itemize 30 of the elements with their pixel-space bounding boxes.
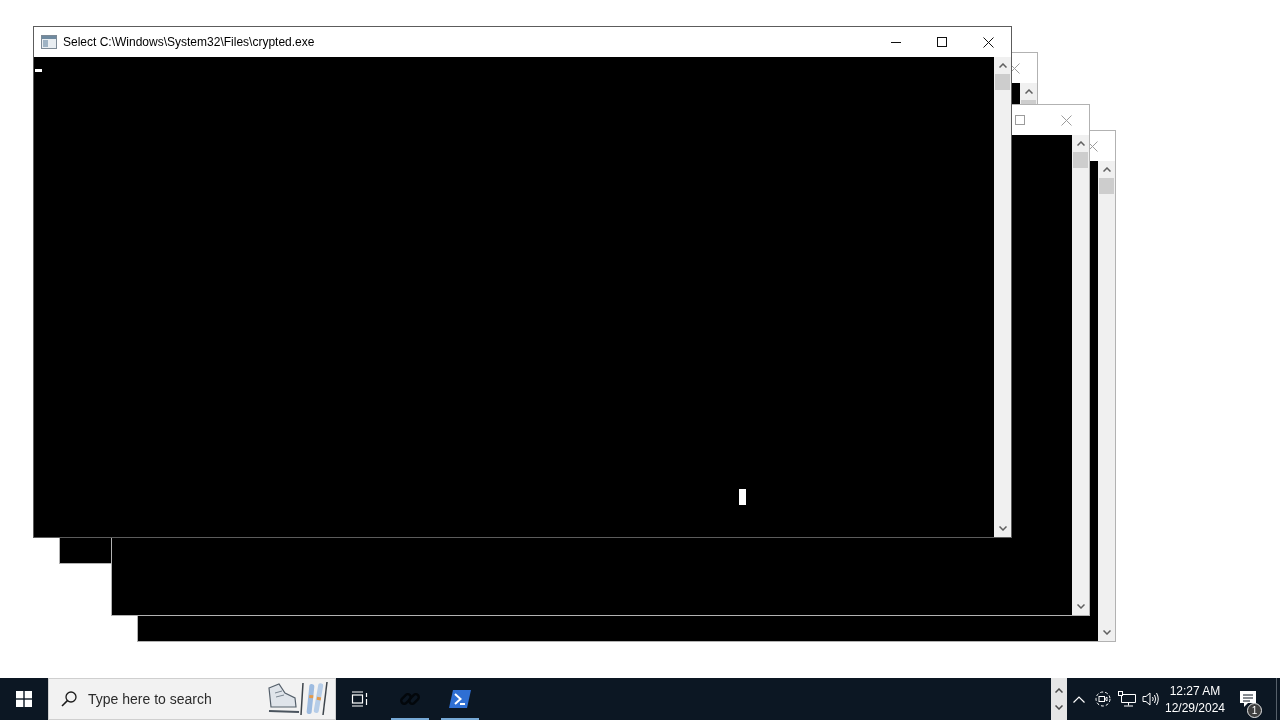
scrollbar[interactable]: [1072, 135, 1089, 615]
search-field[interactable]: Type here to search: [88, 691, 253, 707]
windows-icon[interactable]: [16, 691, 32, 707]
scroll-thumb[interactable]: [1099, 178, 1114, 194]
clock-date: 12/29/2024: [1164, 700, 1226, 715]
close-icon[interactable]: [982, 36, 994, 48]
window-title: Select C:\Windows\System32\Files\crypted.exe: [63, 35, 315, 49]
scrollbar[interactable]: [1098, 161, 1115, 641]
scroll-thumb[interactable]: [1073, 152, 1088, 168]
speaker-icon[interactable]: [1142, 692, 1160, 706]
chevron-up-icon[interactable]: [1055, 688, 1063, 693]
search-icon: [61, 691, 77, 707]
search-highlight-illustration[interactable]: [266, 681, 330, 717]
clock-time: 12:27 AM: [1169, 683, 1221, 698]
network-icon[interactable]: [1118, 691, 1136, 707]
chevron-down-icon[interactable]: [998, 526, 1007, 531]
video-camera-icon[interactable]: [1095, 691, 1111, 707]
scroll-thumb[interactable]: [995, 74, 1010, 90]
terminal-icon: [449, 689, 471, 709]
console-window-icon: [41, 35, 57, 49]
maximize-icon[interactable]: [937, 37, 947, 47]
block-cursor-icon: [739, 489, 746, 505]
chevron-down-icon[interactable]: [1102, 630, 1111, 635]
chevron-down-icon[interactable]: [1055, 705, 1063, 710]
notification-icon[interactable]: [1239, 690, 1257, 708]
notification-count: 1: [1247, 703, 1262, 718]
scrollbar[interactable]: [994, 57, 1011, 537]
chevron-down-icon[interactable]: [1076, 604, 1085, 609]
minimize-icon[interactable]: [891, 41, 901, 43]
task-view-icon[interactable]: [351, 691, 369, 707]
